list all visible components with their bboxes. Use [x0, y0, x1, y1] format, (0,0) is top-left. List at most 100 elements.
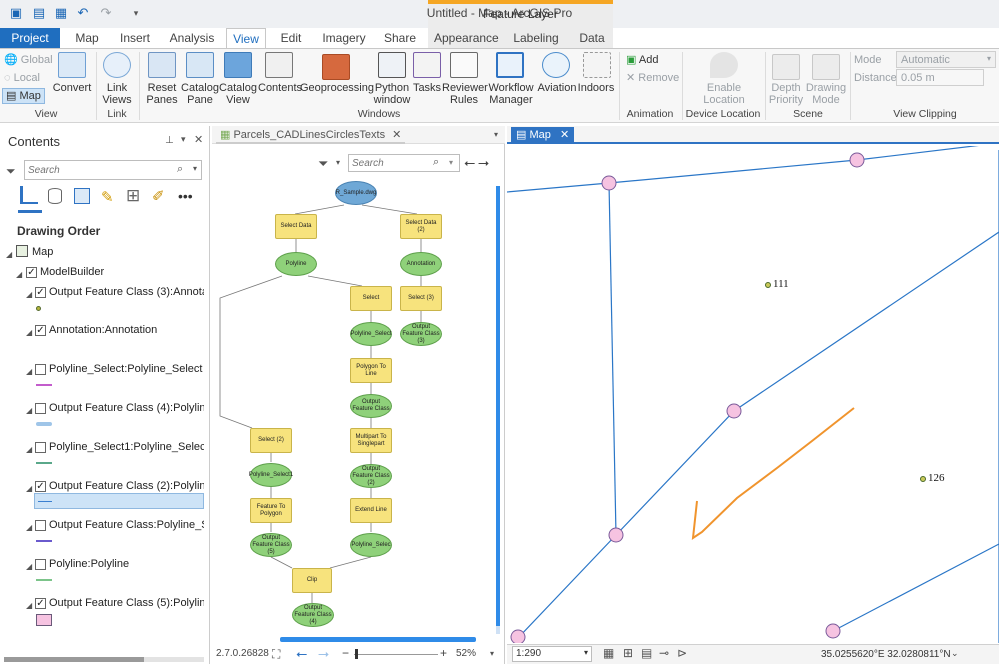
link-views-button[interactable]: Link Views [96, 82, 138, 106]
model-node[interactable]: Polyline_Selec [350, 533, 392, 557]
model-node[interactable]: Polyline_Select1 [249, 463, 293, 487]
scale-dropdown[interactable]: 1:290 ▾ [512, 646, 592, 662]
list-by-source-icon[interactable] [48, 188, 62, 204]
group-checkbox[interactable]: ✓ [26, 267, 37, 278]
collapse-icon[interactable]: ◢ [26, 445, 32, 454]
layer-name[interactable]: Output Feature Class (2):Polyline_Sel [49, 480, 204, 492]
fit-to-window-icon[interactable]: ⛶ [272, 647, 280, 662]
tab-data[interactable]: Data [574, 28, 610, 48]
python-window-button[interactable]: Python window [370, 82, 414, 106]
layer-name[interactable]: Polyline_Select:Polyline_Select [49, 363, 204, 375]
collapse-icon[interactable]: ◢ [26, 601, 32, 610]
enable-location-button[interactable]: Enable Location [688, 82, 760, 106]
filter-icon[interactable]: ⏷ [6, 164, 16, 179]
model-node[interactable]: Select Data (2) [400, 214, 442, 239]
catalog-pane-button[interactable]: Catalog Pane [180, 82, 220, 106]
group-label[interactable]: ModelBuilder [40, 266, 104, 278]
layer-visibility-checkbox[interactable] [35, 364, 46, 375]
tasks-button[interactable]: Tasks [410, 82, 444, 94]
list-by-labeling-icon[interactable]: ✐ [152, 187, 165, 205]
model-node[interactable]: Output Feature Class (4) [292, 603, 334, 627]
model-node[interactable]: Select Data [275, 214, 317, 239]
collapse-icon[interactable]: ◢ [26, 290, 32, 299]
tab-map[interactable]: Map [68, 28, 106, 48]
reset-panes-button[interactable]: Reset Panes [142, 82, 182, 106]
collapse-icon[interactable]: ◢ [26, 328, 32, 337]
chevron-down-icon[interactable]: ▾ [490, 649, 494, 658]
model-node[interactable]: Multipart To Singlepart [350, 428, 392, 453]
contents-search-box[interactable]: ⌕ ▾ [24, 160, 202, 180]
local-button[interactable]: ◌ Local [4, 72, 40, 84]
list-by-drawing-order-icon[interactable] [20, 186, 38, 204]
forward-icon[interactable]: ⭢ [318, 645, 329, 662]
pause-drawing-icon[interactable]: ⊳ [677, 646, 687, 660]
aviation-button[interactable]: Aviation [536, 82, 578, 94]
layer-name[interactable]: Output Feature Class (5):Polyline_Sel [49, 597, 204, 609]
drawing-mode-button[interactable]: Drawing Mode [804, 82, 848, 106]
model-node[interactable]: Extend Line [350, 498, 392, 523]
convert-button[interactable]: Convert [50, 82, 94, 94]
catalog-view-button[interactable]: Catalog View [218, 82, 258, 106]
zoom-out-icon[interactable]: − [342, 646, 349, 660]
global-button[interactable]: 🌐 Global [4, 54, 53, 66]
model-node[interactable]: Polyline [275, 252, 317, 276]
layer-visibility-checkbox[interactable] [35, 403, 46, 414]
grid-icon[interactable]: ▦ [603, 646, 614, 660]
scrollbar-thumb[interactable] [4, 657, 144, 662]
tab-labeling[interactable]: Labeling [510, 28, 562, 48]
model-node[interactable]: Polyline_Select [350, 322, 392, 346]
model-node[interactable]: Clip [292, 568, 332, 593]
contents-search-input[interactable] [28, 163, 168, 177]
tab-project[interactable]: Project [0, 28, 60, 48]
layer-visibility-checkbox[interactable]: ✓ [35, 481, 46, 492]
layer-name[interactable]: Annotation:Annotation [49, 324, 204, 336]
pin-icon[interactable]: ⊥ [165, 135, 174, 146]
collapse-icon[interactable]: ◢ [6, 250, 12, 259]
chevron-down-icon[interactable]: ▾ [193, 164, 197, 173]
mode-dropdown[interactable]: Automatic ▾ [896, 51, 996, 68]
tab-imagery[interactable]: Imagery [320, 28, 368, 48]
list-by-selection-icon[interactable] [74, 188, 90, 204]
collapse-icon[interactable]: ◢ [26, 367, 32, 376]
back-icon[interactable]: ⭠ [296, 645, 307, 662]
model-node[interactable]: Feature To Polygon [250, 498, 292, 523]
model-node[interactable]: Output Feature Class (2) [350, 464, 392, 488]
collapse-icon[interactable]: ◢ [16, 270, 22, 279]
tab-view[interactable]: View [226, 28, 266, 48]
snapping-icon[interactable]: ⊸ [659, 646, 669, 660]
pane-menu-icon[interactable]: ▾ [181, 134, 186, 145]
layer-visibility-checkbox[interactable] [35, 559, 46, 570]
more-options-icon[interactable]: ••• [178, 188, 193, 204]
remove-keyframe-button[interactable]: ✕ Remove [626, 72, 679, 84]
collapse-icon[interactable]: ◢ [26, 484, 32, 493]
map-canvas[interactable] [507, 146, 999, 643]
zoom-in-icon[interactable]: + [440, 646, 447, 660]
layer-name[interactable]: Polyline_Select1:Polyline_Select1 [49, 441, 204, 453]
collapse-icon[interactable]: ◢ [26, 562, 32, 571]
layer-name[interactable]: Polyline:Polyline [49, 558, 204, 570]
chevron-down-icon[interactable]: ⌄ [951, 648, 959, 659]
collapse-icon[interactable]: ◢ [26, 406, 32, 415]
model-node[interactable]: Output Feature Class (3) [400, 322, 442, 346]
fixed-zoom-icon[interactable]: ⊞ [623, 646, 633, 660]
layer-visibility-checkbox[interactable] [35, 520, 46, 531]
model-node[interactable]: Polygon To Line [350, 358, 392, 383]
contents-button[interactable]: Contents [258, 82, 302, 94]
layer-visibility-checkbox[interactable]: ✓ [35, 598, 46, 609]
close-icon[interactable]: ✕ [560, 129, 569, 141]
list-by-editing-icon[interactable]: ✎ [101, 188, 114, 206]
reviewer-rules-button[interactable]: Reviewer Rules [442, 82, 488, 106]
horizontal-scrollbar[interactable] [4, 657, 204, 662]
model-node[interactable]: Output Feature Class [350, 394, 392, 418]
list-by-snapping-icon[interactable]: ⊞ [126, 186, 140, 206]
model-node[interactable]: Select [350, 286, 392, 311]
zoom-slider-thumb[interactable] [355, 649, 358, 659]
tab-insert[interactable]: Insert [114, 28, 156, 48]
workflow-manager-button[interactable]: Workflow Manager [485, 82, 537, 106]
map-tab[interactable]: ▤ Map ✕ [511, 127, 575, 144]
layer-visibility-checkbox[interactable] [35, 442, 46, 453]
collapse-icon[interactable]: ◢ [26, 523, 32, 532]
model-node[interactable]: R_Sample.dwg [335, 181, 377, 205]
distance-input[interactable]: 0.05 m [896, 69, 984, 86]
geoprocessing-button[interactable]: Geoprocessing [300, 82, 374, 94]
